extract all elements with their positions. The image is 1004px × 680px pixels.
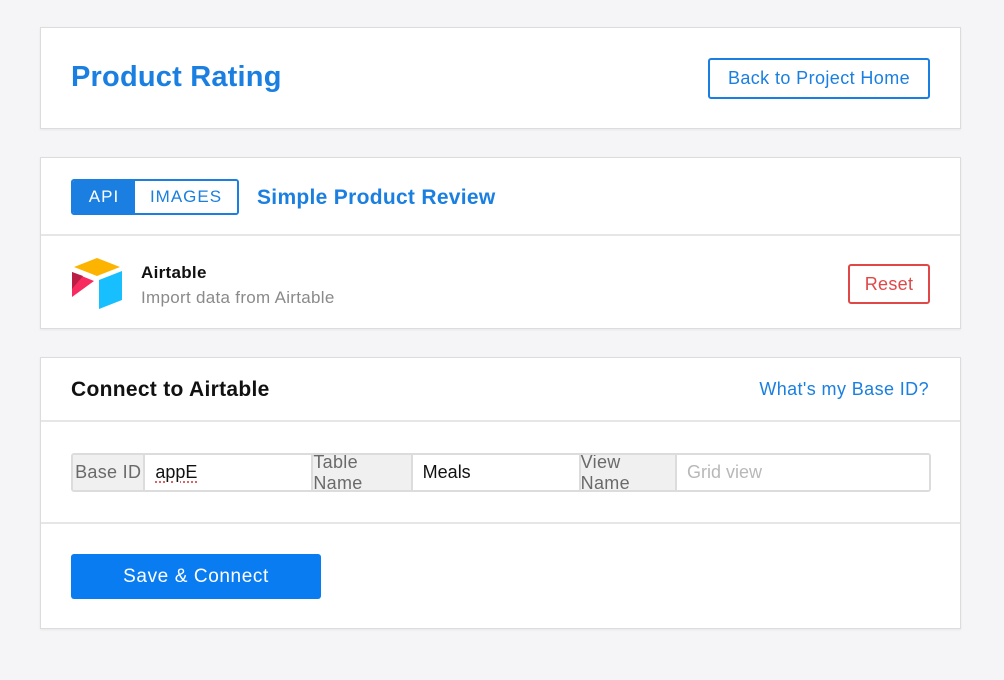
source-card: API IMAGES Simple Product Review Airtabl… [40,157,961,329]
base-id-label: Base ID [73,455,146,490]
integration-subtitle: Import data from Airtable [141,288,335,307]
project-name: Simple Product Review [257,186,496,209]
connection-fields-row: Base ID Table Name View Name [41,422,960,524]
connection-field-group: Base ID Table Name View Name [71,453,931,492]
view-name-label: View Name [580,455,677,490]
connect-card: Connect to Airtable What's my Base ID? B… [40,357,961,629]
connect-header: Connect to Airtable What's my Base ID? [41,358,960,422]
table-name-input[interactable] [412,455,581,490]
base-id-help-link[interactable]: What's my Base ID? [759,379,929,400]
back-to-project-home-button[interactable]: Back to Project Home [708,58,930,99]
connect-title: Connect to Airtable [71,378,270,401]
save-and-connect-button[interactable]: Save & Connect [71,554,321,599]
view-name-input[interactable] [676,455,929,490]
header-card: Product Rating Back to Project Home [40,27,961,129]
airtable-logo-icon [72,258,122,309]
reset-button[interactable]: Reset [848,264,930,304]
tab-api[interactable]: API [73,181,135,213]
integration-title: Airtable [141,263,207,282]
source-type-toggle: API IMAGES [71,179,239,215]
base-id-input[interactable] [145,455,314,490]
tab-images[interactable]: IMAGES [135,181,237,213]
table-name-label: Table Name [313,455,413,490]
source-tab-row: API IMAGES Simple Product Review [41,158,960,236]
page-title: Product Rating [71,61,282,93]
